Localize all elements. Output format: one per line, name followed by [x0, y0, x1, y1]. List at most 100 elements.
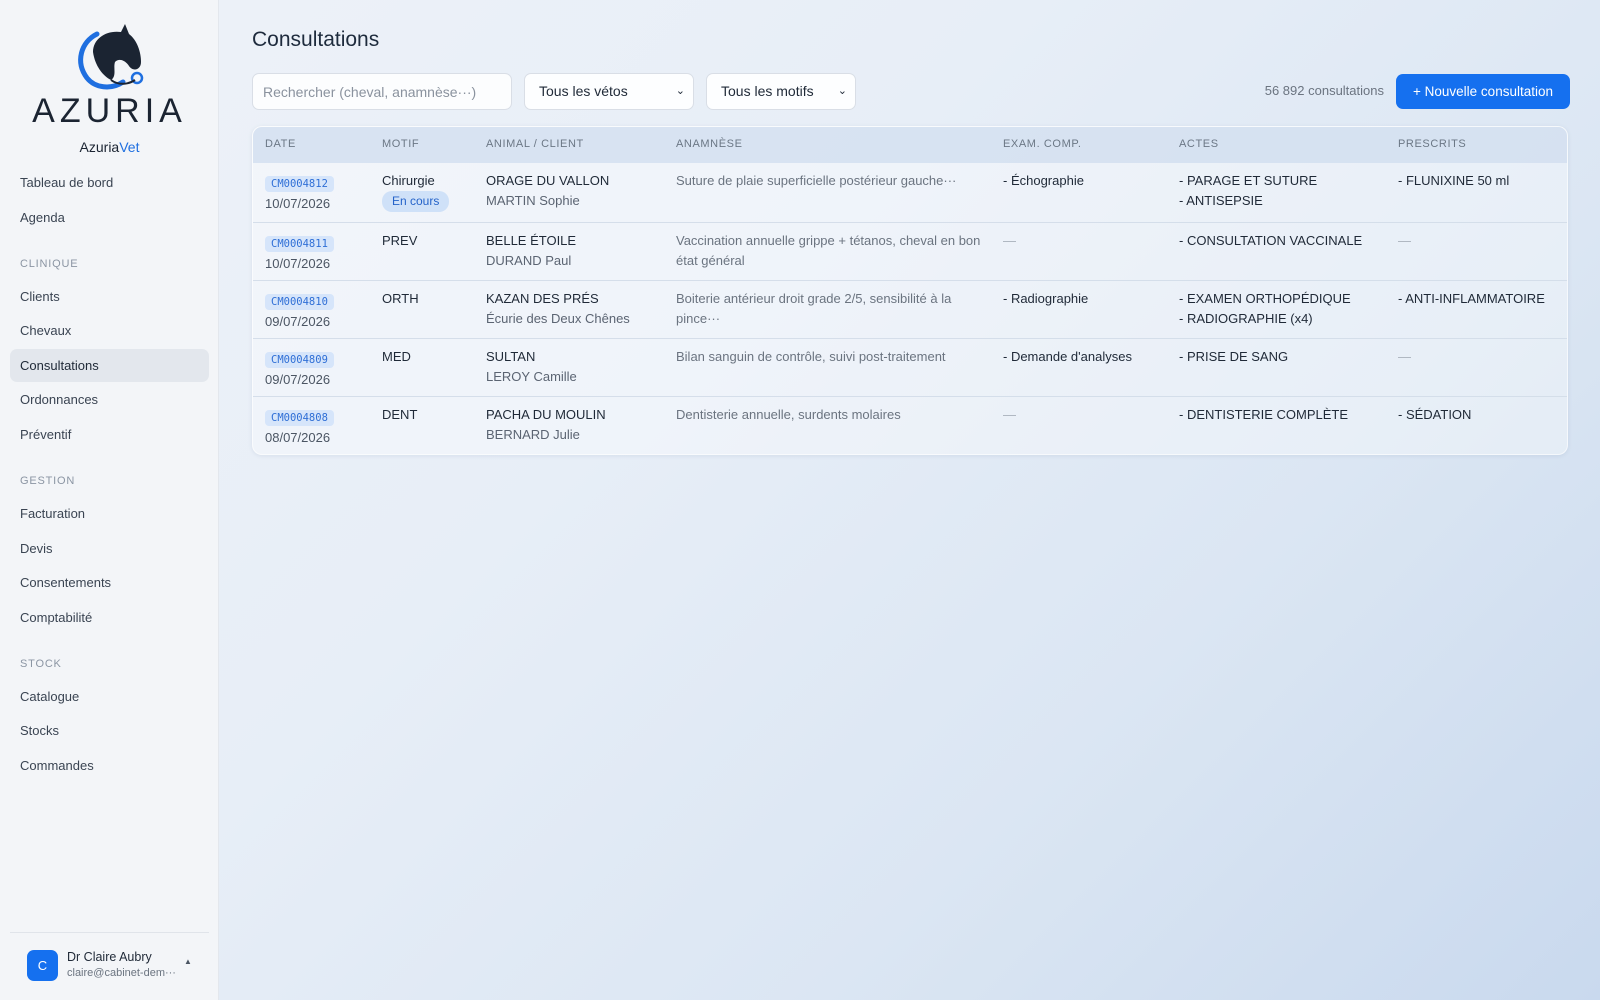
motif-value: DENT	[382, 407, 418, 422]
exam-cell: - Radiographie	[1003, 291, 1089, 306]
acte-item: - RADIOGRAPHIE (x4)	[1179, 310, 1313, 326]
user-name: Dr Claire Aubry	[67, 950, 152, 964]
brand-logo[interactable]: AZURIA AzuriaVet	[0, 22, 219, 155]
acte-item: - PRISE DE SANG	[1179, 349, 1289, 364]
sidebar-item-devis[interactable]: Devis	[10, 532, 209, 565]
consultation-id-badge[interactable]: CM0004811	[265, 236, 334, 252]
sidebar-item-consentements[interactable]: Consentements	[10, 566, 209, 599]
animal-name[interactable]: KAZAN DES PRÉS	[486, 291, 599, 306]
sidebar-section-gestion: GESTION	[20, 474, 76, 487]
motif-cell: Chirurgie En cours	[382, 171, 450, 212]
table-header: DATE MOTIF ANIMAL / CLIENT ANAMNÈSE EXAM…	[253, 127, 1567, 163]
sidebar-item-chevaux[interactable]: Chevaux	[10, 314, 209, 347]
page-title: Consultations	[252, 28, 380, 51]
sidebar-section-clinique: CLINIQUE	[20, 257, 79, 270]
animal-name[interactable]: ORAGE DU VALLON	[486, 173, 609, 188]
prescrits-cell: - SÉDATION	[1398, 407, 1472, 422]
sidebar-item-comptabilite[interactable]: Comptabilité	[10, 601, 209, 634]
sidebar-item-agenda[interactable]: Agenda	[10, 201, 209, 234]
animal-name[interactable]: PACHA DU MOULIN	[486, 407, 606, 422]
animal-name[interactable]: BELLE ÉTOILE	[486, 233, 576, 248]
horse-logo-icon	[77, 24, 143, 90]
sidebar-item-preventif[interactable]: Préventif	[10, 418, 209, 451]
col-motif[interactable]: MOTIF	[382, 127, 419, 161]
anamnese-cell: Bilan sanguin de contrôle, suivi post-tr…	[676, 349, 946, 364]
user-email: claire@cabinet-dem···	[67, 967, 176, 979]
anamnese-cell: Vaccination annuelle grippe + tétanos, c…	[676, 233, 981, 268]
avatar: C	[27, 950, 58, 981]
prescrits-cell: - FLUNIXINE 50 ml	[1398, 173, 1510, 188]
sidebar: AZURIA AzuriaVet Tableau de bord Agenda …	[0, 0, 219, 1000]
motif-value: ORTH	[382, 291, 419, 306]
prescrits-cell: —	[1398, 233, 1411, 248]
table-row[interactable]: CM0004812 10/07/2026 Chirurgie En cours …	[253, 163, 1567, 222]
col-actes[interactable]: ACTES	[1179, 127, 1219, 161]
actes-cell: - PARAGE ET SUTURE - ANTISEPSIE	[1179, 171, 1317, 210]
animal-client-cell: PACHA DU MOULIN BERNARD Julie	[486, 405, 606, 444]
sidebar-item-ordonnances[interactable]: Ordonnances	[10, 383, 209, 416]
consultation-id-badge[interactable]: CM0004808	[265, 410, 334, 426]
sidebar-item-facturation[interactable]: Facturation	[10, 497, 209, 530]
search-input[interactable]	[252, 73, 512, 110]
consultation-date: 10/07/2026	[265, 196, 331, 211]
animal-client-cell: SULTAN LEROY Camille	[486, 347, 577, 386]
motif-filter-value: Tous les motifs	[721, 83, 814, 99]
animal-client-cell: ORAGE DU VALLON MARTIN Sophie	[486, 171, 609, 210]
status-badge: En cours	[382, 190, 450, 212]
new-consultation-button[interactable]: + Nouvelle consultation	[1396, 74, 1570, 109]
table-row[interactable]: CM0004810 09/07/2026 ORTH KAZAN DES PRÉS…	[253, 280, 1567, 338]
client-name[interactable]: MARTIN Sophie	[486, 193, 580, 208]
motif-filter-select[interactable]: Tous les motifs ⌄	[706, 73, 856, 110]
acte-item: - ANTISEPSIE	[1179, 192, 1263, 208]
brand-sub-accent: Vet	[119, 139, 140, 155]
prescrits-cell: —	[1398, 349, 1411, 364]
exam-cell: - Demande d'analyses	[1003, 349, 1132, 364]
date-cell: CM0004808 08/07/2026	[265, 407, 334, 448]
acte-item: - PARAGE ET SUTURE	[1179, 173, 1318, 188]
date-cell: CM0004811 10/07/2026	[265, 233, 334, 274]
brand-sub-main: Azuria	[79, 139, 120, 155]
consultation-id-badge[interactable]: CM0004809	[265, 352, 334, 368]
client-name[interactable]: LEROY Camille	[486, 369, 577, 384]
sidebar-item-dashboard[interactable]: Tableau de bord	[10, 166, 209, 199]
motif-value: Chirurgie	[382, 173, 435, 188]
consultations-table: DATE MOTIF ANIMAL / CLIENT ANAMNÈSE EXAM…	[252, 126, 1568, 455]
sidebar-nav: Tableau de bord Agenda CLINIQUE Clients …	[10, 166, 209, 784]
consultation-id-badge[interactable]: CM0004810	[265, 294, 334, 310]
col-animal-client[interactable]: ANIMAL / CLIENT	[486, 127, 584, 161]
col-date[interactable]: DATE	[265, 127, 296, 161]
table-row[interactable]: CM0004808 08/07/2026 DENT PACHA DU MOULI…	[253, 396, 1567, 454]
chevron-down-icon: ⌄	[675, 85, 685, 97]
anamnese-cell: Dentisterie annuelle, surdents molaires	[676, 407, 901, 422]
exam-cell: —	[1003, 233, 1016, 248]
animal-name[interactable]: SULTAN	[486, 349, 535, 364]
vet-filter-select[interactable]: Tous les vétos ⌄	[524, 73, 694, 110]
consultation-date: 09/07/2026	[265, 372, 331, 387]
table-row[interactable]: CM0004811 10/07/2026 PREV BELLE ÉTOILE D…	[253, 222, 1567, 280]
client-name[interactable]: DURAND Paul	[486, 253, 571, 268]
motif-value: PREV	[382, 233, 418, 248]
user-menu[interactable]: C Dr Claire Aubry claire@cabinet-dem··· …	[10, 932, 209, 1000]
acte-item: - EXAMEN ORTHOPÉDIQUE	[1179, 291, 1351, 306]
col-anamnese[interactable]: ANAMNÈSE	[676, 127, 743, 161]
acte-item: - DENTISTERIE COMPLÈTE	[1179, 407, 1349, 422]
sidebar-item-catalogue[interactable]: Catalogue	[10, 680, 209, 713]
col-prescrits[interactable]: PRESCRITS	[1398, 127, 1466, 161]
acte-item: - CONSULTATION VACCINALE	[1179, 233, 1363, 248]
anamnese-cell: Boiterie antérieur droit grade 2/5, sens…	[676, 291, 952, 326]
col-exam[interactable]: EXAM. COMP.	[1003, 127, 1082, 161]
sidebar-item-commandes[interactable]: Commandes	[10, 749, 209, 782]
consultations-count: 56 892 consultations	[1264, 83, 1384, 98]
motif-value: MED	[382, 349, 411, 364]
consultation-id-badge[interactable]: CM0004812	[265, 176, 334, 192]
client-name[interactable]: BERNARD Julie	[486, 427, 580, 442]
client-name[interactable]: Écurie des Deux Chênes	[486, 311, 630, 326]
sidebar-item-clients[interactable]: Clients	[10, 280, 209, 313]
actes-cell: - CONSULTATION VACCINALE	[1179, 231, 1362, 251]
chevron-down-icon: ⌄	[837, 85, 847, 97]
animal-client-cell: BELLE ÉTOILE DURAND Paul	[486, 231, 576, 270]
sidebar-item-stocks[interactable]: Stocks	[10, 714, 209, 747]
anamnese-cell: Suture de plaie superficielle postérieur…	[676, 173, 957, 188]
sidebar-item-consultations[interactable]: Consultations	[10, 348, 209, 382]
table-row[interactable]: CM0004809 09/07/2026 MED SULTAN LEROY Ca…	[253, 338, 1567, 396]
